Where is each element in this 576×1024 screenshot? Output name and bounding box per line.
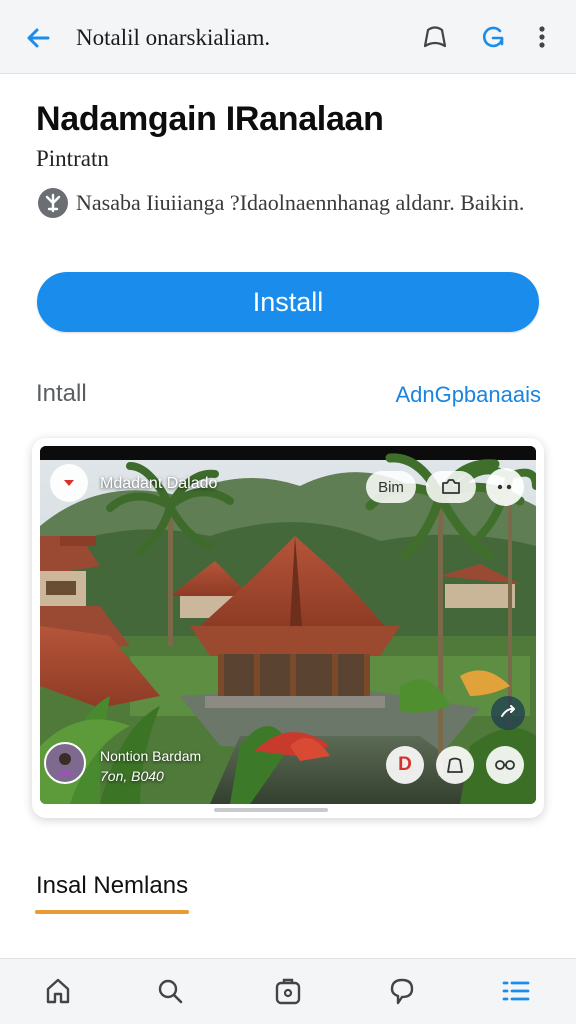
screenshot-pill-label[interactable]: Bim bbox=[366, 471, 416, 503]
chat-icon[interactable] bbox=[384, 973, 420, 1009]
screenshot-top-label: Mdadant Dalado bbox=[100, 475, 218, 492]
top-app-bar: Notalil onarskialiam. bbox=[0, 0, 576, 74]
list-icon[interactable] bbox=[498, 973, 534, 1009]
author-name: Nontion Bardam bbox=[100, 748, 202, 764]
install-button[interactable]: Install bbox=[37, 272, 539, 332]
heart-icon[interactable] bbox=[50, 464, 88, 502]
section-link[interactable]: AdnGpbanaais bbox=[395, 382, 541, 408]
top-bar-title: Notalil onarskialiam. bbox=[76, 25, 271, 50]
arrow-left-icon[interactable] bbox=[22, 22, 54, 54]
card-handle[interactable] bbox=[214, 808, 328, 812]
app-title: Nadamgain IRanalaan bbox=[36, 100, 384, 138]
info-badge-icon bbox=[38, 188, 68, 218]
more-horizontal-icon[interactable] bbox=[486, 468, 524, 506]
camera-icon[interactable] bbox=[426, 471, 476, 503]
screenshot-card[interactable]: Mdadant Dalado Bim Nontion Bardam 7on, B… bbox=[32, 438, 544, 818]
home-outline-icon[interactable] bbox=[436, 746, 474, 784]
tab-active-label[interactable]: Insal Nemlans bbox=[36, 872, 188, 900]
more-vertical-icon[interactable] bbox=[528, 22, 556, 52]
bookmark-icon[interactable] bbox=[420, 22, 450, 52]
share-icon[interactable] bbox=[491, 696, 525, 730]
author-avatar[interactable] bbox=[44, 742, 86, 784]
developer-name[interactable]: Pintratn bbox=[36, 146, 109, 172]
glasses-icon[interactable] bbox=[486, 746, 524, 784]
search-icon[interactable] bbox=[152, 973, 188, 1009]
screenshot-badge[interactable]: D bbox=[386, 746, 424, 784]
tab-active-indicator bbox=[35, 910, 189, 914]
badge-letter: D bbox=[398, 754, 412, 775]
refresh-icon[interactable] bbox=[478, 22, 508, 52]
section-label: Intall bbox=[36, 380, 87, 407]
bottom-navigation bbox=[0, 958, 576, 1024]
app-info-text: Nasaba Iiuiianga ?Idaolnaennhanag aldanr… bbox=[76, 190, 525, 215]
author-subtitle: 7on, B040 bbox=[100, 768, 164, 784]
screenshot-image: Mdadant Dalado Bim Nontion Bardam 7on, B… bbox=[40, 446, 536, 804]
apps-icon[interactable] bbox=[270, 973, 306, 1009]
home-icon[interactable] bbox=[40, 973, 76, 1009]
